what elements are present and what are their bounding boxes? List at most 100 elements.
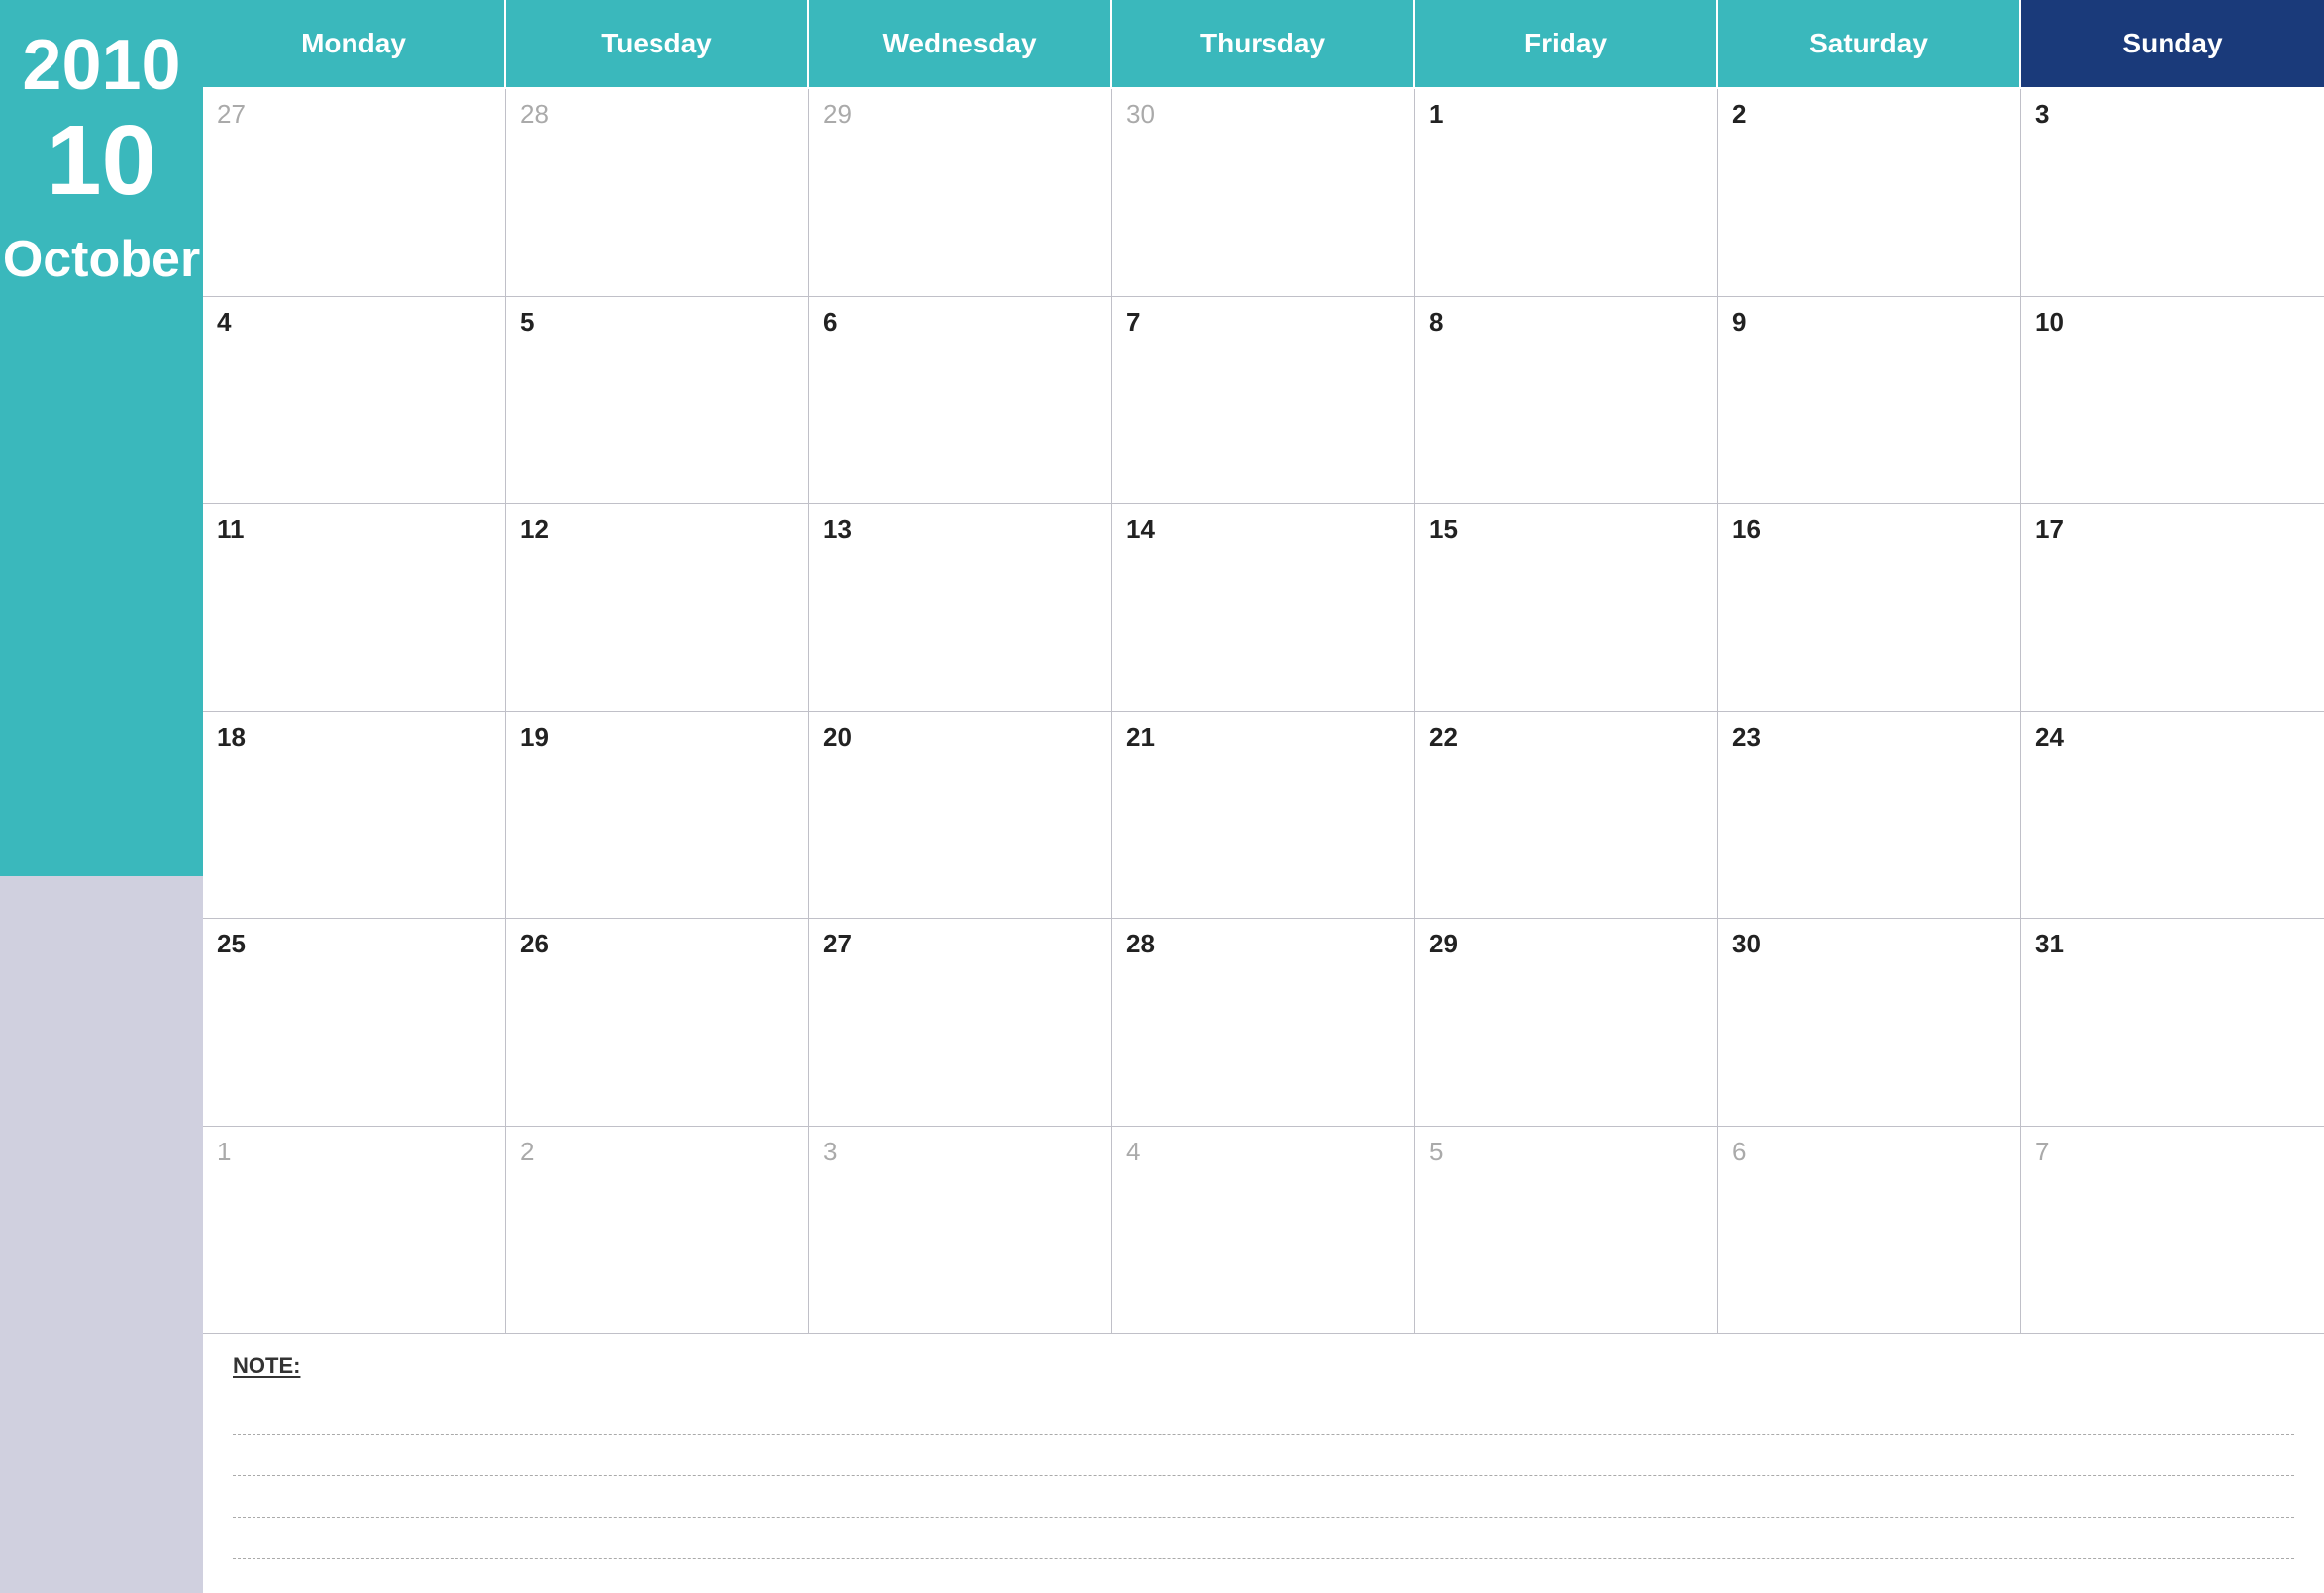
- day-cell[interactable]: 8: [1415, 297, 1718, 505]
- day-number: 12: [520, 514, 549, 544]
- day-number: 1: [1429, 99, 1443, 129]
- day-cell[interactable]: 19: [506, 712, 809, 920]
- day-number: 13: [823, 514, 852, 544]
- day-number: 1: [217, 1137, 231, 1166]
- day-cell[interactable]: 13: [809, 504, 1112, 712]
- day-cell[interactable]: 14: [1112, 504, 1415, 712]
- day-cell[interactable]: 4: [1112, 1127, 1415, 1335]
- day-cell[interactable]: 23: [1718, 712, 2021, 920]
- calendar-area: MondayTuesdayWednesdayThursdayFridaySatu…: [203, 0, 2324, 1593]
- day-cell[interactable]: 15: [1415, 504, 1718, 712]
- day-number: 27: [823, 929, 852, 958]
- notes-section: NOTE:: [203, 1334, 2324, 1593]
- day-cell[interactable]: 26: [506, 919, 809, 1127]
- header-cell-sunday: Sunday: [2021, 0, 2324, 89]
- calendar-page: 20 10 10 October MondayTuesdayWednesdayTh…: [0, 0, 2324, 1593]
- header-cell-tuesday: Tuesday: [506, 0, 809, 89]
- day-number: 2: [1732, 99, 1746, 129]
- month-name-label: October: [3, 230, 200, 289]
- day-cell[interactable]: 4: [203, 297, 506, 505]
- day-number: 16: [1732, 514, 1761, 544]
- day-cell[interactable]: 27: [809, 919, 1112, 1127]
- note-line-3: [233, 1480, 2294, 1518]
- weekday-header-row: MondayTuesdayWednesdayThursdayFridaySatu…: [203, 0, 2324, 89]
- day-number: 29: [823, 99, 852, 129]
- day-number: 21: [1126, 722, 1155, 751]
- day-number: 15: [1429, 514, 1458, 544]
- day-cell[interactable]: 18: [203, 712, 506, 920]
- day-number: 14: [1126, 514, 1155, 544]
- day-number: 2: [520, 1137, 534, 1166]
- day-number: 28: [1126, 929, 1155, 958]
- day-cell[interactable]: 2: [1718, 89, 2021, 297]
- day-number: 11: [217, 514, 245, 544]
- note-line-2: [233, 1439, 2294, 1476]
- day-cell[interactable]: 1: [203, 1127, 506, 1335]
- days-grid: 2728293012345678910111213141516171819202…: [203, 89, 2324, 1334]
- day-number: 22: [1429, 722, 1458, 751]
- day-cell[interactable]: 5: [1415, 1127, 1718, 1335]
- calendar-grid: MondayTuesdayWednesdayThursdayFridaySatu…: [203, 0, 2324, 1334]
- day-cell[interactable]: 21: [1112, 712, 1415, 920]
- day-cell[interactable]: 2: [506, 1127, 809, 1335]
- day-cell[interactable]: 29: [1415, 919, 1718, 1127]
- day-number: 10: [2035, 307, 2064, 337]
- day-number: 26: [520, 929, 549, 958]
- day-number: 8: [1429, 307, 1443, 337]
- day-number: 3: [823, 1137, 837, 1166]
- day-number: 9: [1732, 307, 1746, 337]
- day-cell[interactable]: 10: [2021, 297, 2324, 505]
- day-cell[interactable]: 16: [1718, 504, 2021, 712]
- day-cell[interactable]: 28: [1112, 919, 1415, 1127]
- header-cell-saturday: Saturday: [1718, 0, 2021, 89]
- day-cell[interactable]: 6: [809, 297, 1112, 505]
- day-cell[interactable]: 28: [506, 89, 809, 297]
- day-number: 23: [1732, 722, 1761, 751]
- day-number: 24: [2035, 722, 2064, 751]
- day-number: 25: [217, 929, 246, 958]
- day-cell[interactable]: 6: [1718, 1127, 2021, 1335]
- day-cell[interactable]: 25: [203, 919, 506, 1127]
- header-cell-thursday: Thursday: [1112, 0, 1415, 89]
- day-cell[interactable]: 30: [1718, 919, 2021, 1127]
- day-number: 5: [520, 307, 534, 337]
- day-cell[interactable]: 12: [506, 504, 809, 712]
- day-number: 28: [520, 99, 549, 129]
- header-cell-wednesday: Wednesday: [809, 0, 1112, 89]
- month-number-label: 10: [47, 111, 156, 210]
- note-label: NOTE:: [233, 1353, 2294, 1379]
- day-cell[interactable]: 27: [203, 89, 506, 297]
- day-number: 27: [217, 99, 246, 129]
- day-cell[interactable]: 3: [2021, 89, 2324, 297]
- day-cell[interactable]: 17: [2021, 504, 2324, 712]
- day-number: 4: [217, 307, 231, 337]
- day-cell[interactable]: 9: [1718, 297, 2021, 505]
- day-number: 20: [823, 722, 852, 751]
- day-number: 30: [1732, 929, 1761, 958]
- day-cell[interactable]: 24: [2021, 712, 2324, 920]
- day-number: 7: [1126, 307, 1140, 337]
- day-number: 30: [1126, 99, 1155, 129]
- day-cell[interactable]: 29: [809, 89, 1112, 297]
- day-number: 31: [2035, 929, 2064, 958]
- day-cell[interactable]: 7: [2021, 1127, 2324, 1335]
- day-number: 4: [1126, 1137, 1140, 1166]
- day-cell[interactable]: 20: [809, 712, 1112, 920]
- day-cell[interactable]: 3: [809, 1127, 1112, 1335]
- day-number: 17: [2035, 514, 2064, 544]
- day-number: 3: [2035, 99, 2049, 129]
- note-line-1: [233, 1397, 2294, 1435]
- day-number: 6: [823, 307, 837, 337]
- header-cell-friday: Friday: [1415, 0, 1718, 89]
- header-cell-monday: Monday: [203, 0, 506, 89]
- day-number: 5: [1429, 1137, 1443, 1166]
- day-cell[interactable]: 11: [203, 504, 506, 712]
- day-cell[interactable]: 1: [1415, 89, 1718, 297]
- day-number: 29: [1429, 929, 1458, 958]
- day-cell[interactable]: 22: [1415, 712, 1718, 920]
- day-cell[interactable]: 5: [506, 297, 809, 505]
- day-cell[interactable]: 30: [1112, 89, 1415, 297]
- day-cell[interactable]: 31: [2021, 919, 2324, 1127]
- day-number: 18: [217, 722, 246, 751]
- day-cell[interactable]: 7: [1112, 297, 1415, 505]
